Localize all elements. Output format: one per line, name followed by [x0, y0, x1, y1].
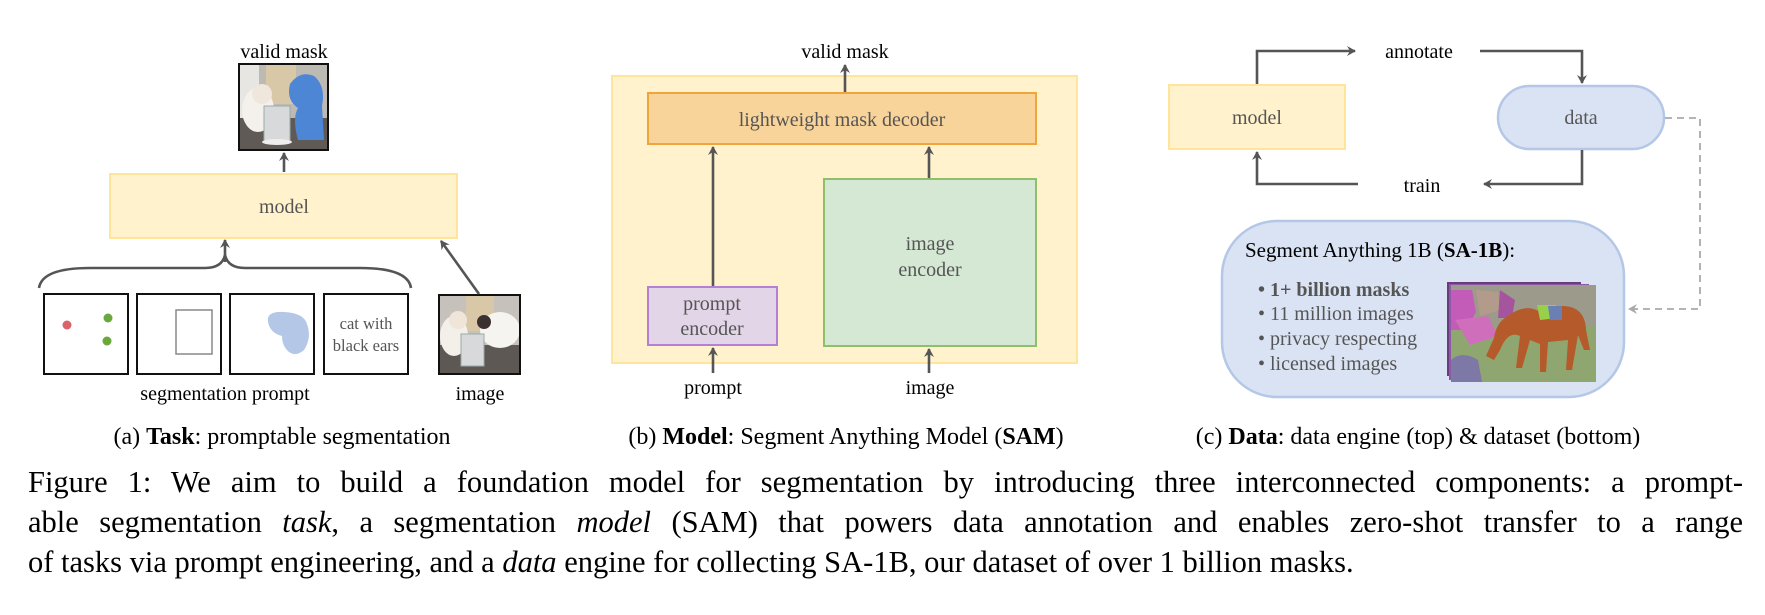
caption-text: , a segmentation — [331, 505, 577, 539]
subcaption-a: (a) Task: promptable segmentation — [113, 424, 450, 450]
dataset-title: Segment Anything 1B (SA-1B): — [1245, 238, 1515, 262]
arrow-data-to-train — [1483, 150, 1584, 189]
prompt-input-label: prompt — [684, 377, 742, 399]
image-encoder-label-2: encoder — [898, 259, 962, 281]
mask-prompt-box — [229, 293, 315, 375]
panel-a-task: valid mask model cat with black ears seg… — [37, 41, 521, 450]
arrow-image-to-model — [439, 240, 481, 295]
caption-emphasis: task — [282, 505, 332, 539]
panel-c-data: model data annotate train Segment Anythi… — [1168, 41, 1701, 450]
model-label: model — [259, 196, 309, 218]
caption-line: Figure 1: We aim to build a foundation m… — [28, 462, 1743, 502]
train-label: train — [1404, 175, 1441, 197]
image-label: image — [456, 383, 505, 405]
caption-text: of tasks via prompt engineering, and a — [28, 545, 503, 579]
caption-emphasis: model — [576, 505, 652, 539]
model-label: model — [1232, 107, 1282, 129]
negative-point-icon — [62, 320, 72, 330]
arrow-annotate-to-data — [1480, 49, 1587, 84]
dataset-sample-image — [1447, 282, 1596, 382]
caption-emphasis: data — [502, 545, 557, 579]
dataset-bullet-item: • 1+ billion masks — [1258, 279, 1409, 301]
caption-text: able segmentation — [28, 505, 283, 539]
mask-decoder-label: lightweight mask decoder — [739, 109, 946, 131]
caption-line: of tasks via prompt engineering, and a d… — [28, 542, 1743, 582]
image-encoder-label-1: image — [906, 233, 955, 255]
prompt-encoder-label-1: prompt — [683, 293, 741, 315]
caption-text: engine for collecting SA-1B, our dataset… — [556, 545, 1354, 579]
positive-point-icon — [103, 313, 113, 323]
prompt-encoder-label-2: encoder — [680, 318, 744, 340]
input-image — [438, 294, 521, 375]
valid-mask-label: valid mask — [240, 41, 327, 63]
subcaption-b: (b) Model: Segment Anything Model (SAM) — [628, 424, 1063, 450]
box-prompt-box — [136, 293, 222, 375]
positive-point-icon — [102, 336, 112, 346]
caption-text: Figure 1: We aim to build a foundation m… — [28, 465, 1743, 499]
image-input-label: image — [906, 377, 955, 399]
text-prompt-line1: cat with — [340, 314, 393, 333]
arrow-train-to-model — [1252, 151, 1358, 186]
valid-mask-label: valid mask — [801, 41, 888, 63]
text-prompt-line2: black ears — [333, 336, 399, 355]
panel-b-model: valid mask lightweight mask decoder prom… — [611, 41, 1078, 450]
valid-mask-image — [238, 63, 329, 151]
text-prompt-box: cat with black ears — [323, 293, 409, 375]
caption-line: able segmentation task, a segmentation m… — [28, 502, 1743, 542]
annotate-label: annotate — [1385, 41, 1453, 63]
dataset-bullet-item: • 11 million images — [1258, 303, 1414, 325]
figure-caption: Figure 1: We aim to build a foundation m… — [28, 462, 1743, 582]
dataset-bullet-item: • privacy respecting — [1258, 328, 1417, 350]
caption-text: (SAM) that powers data annotation and en… — [651, 505, 1743, 539]
arrow-model-to-annotate — [1255, 46, 1356, 84]
segmentation-prompt-label: segmentation prompt — [140, 383, 310, 405]
point-prompt-box — [43, 293, 129, 375]
dataset-bullet-item: • licensed images — [1258, 353, 1397, 375]
data-label: data — [1564, 107, 1597, 129]
subcaption-c: (c) Data: data engine (top) & dataset (b… — [1196, 424, 1641, 450]
